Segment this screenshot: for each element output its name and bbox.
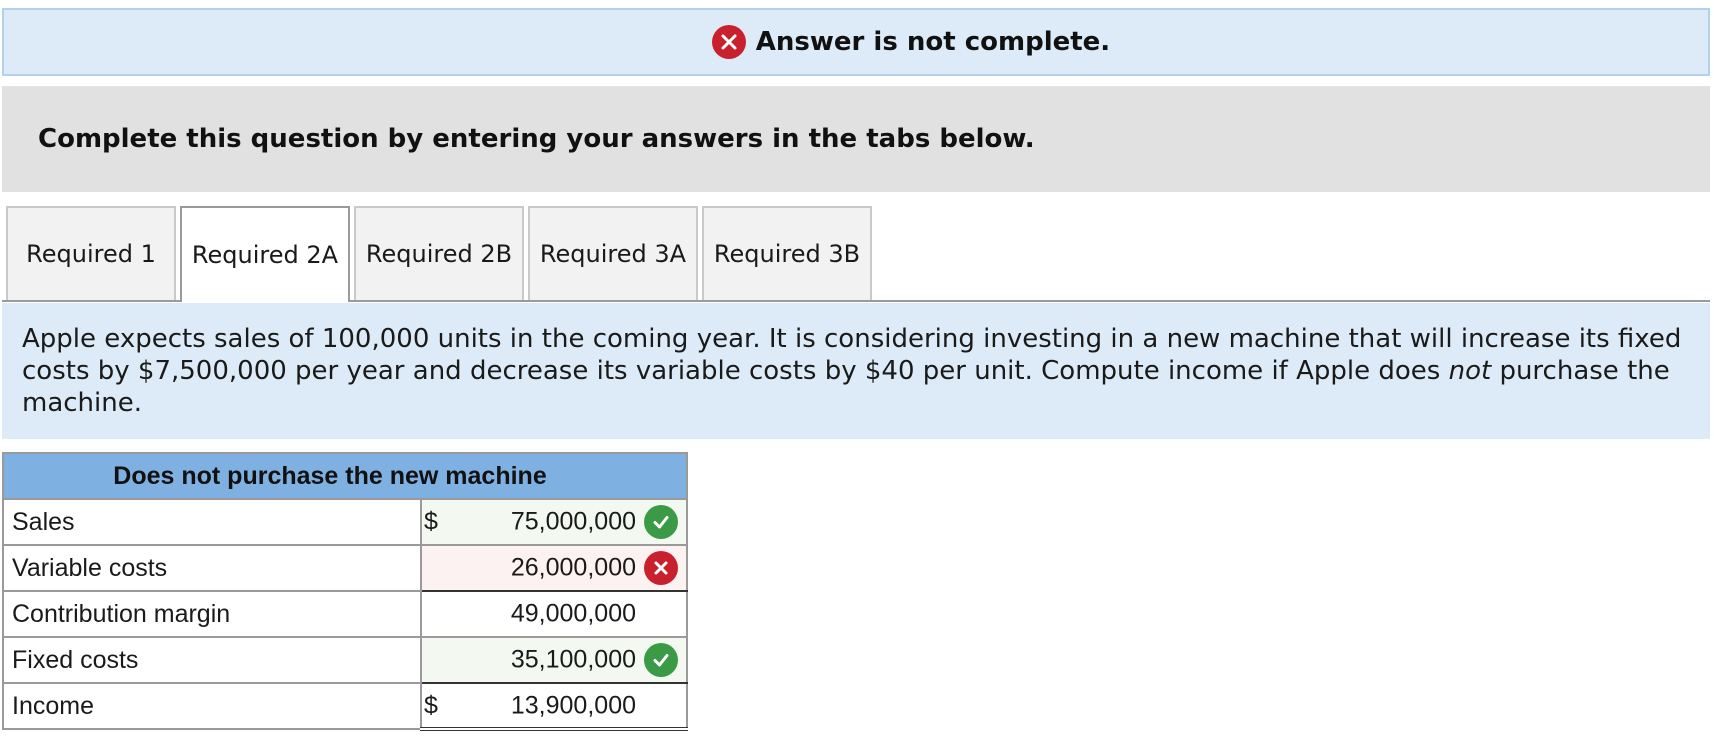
tab-required-2a[interactable]: Required 2A <box>180 206 350 302</box>
question-text-before: Apple expects sales of 100,000 units in … <box>22 324 1682 386</box>
contribution-margin-amount-cell: 49,000,000 <box>420 590 688 638</box>
income-amount-cell: $ 13,900,000 <box>420 682 688 731</box>
tab-required-2b[interactable]: Required 2B <box>354 206 524 300</box>
table-row-contribution-margin: Contribution margin 49,000,000 <box>2 590 688 638</box>
currency-symbol: $ <box>424 691 438 719</box>
table-row-income: Income $ 13,900,000 <box>2 682 688 731</box>
row-label: Sales <box>2 498 422 546</box>
table-row-fixed-costs: Fixed costs 35,100,000 <box>2 636 688 684</box>
checkmark-icon <box>644 643 678 677</box>
row-label: Variable costs <box>2 544 422 592</box>
instructions-text: Complete this question by entering your … <box>38 124 1035 154</box>
contribution-margin-value: 49,000,000 <box>510 599 636 628</box>
answer-status-group: Answer is not complete. <box>711 25 1111 59</box>
instructions-panel: Complete this question by entering your … <box>2 86 1710 192</box>
row-label: Contribution margin <box>2 590 422 638</box>
table-row-sales: Sales $ 75,000,000 <box>2 498 688 546</box>
income-table: Does not purchase the new machine Sales … <box>2 452 688 731</box>
question-text: Apple expects sales of 100,000 units in … <box>2 303 1710 439</box>
tab-required-3b[interactable]: Required 3B <box>702 206 872 300</box>
table-row-variable-costs: Variable costs 26,000,000 <box>2 544 688 592</box>
row-label: Fixed costs <box>2 636 422 684</box>
tab-required-1[interactable]: Required 1 <box>6 206 176 300</box>
answer-status-text: Answer is not complete. <box>755 27 1111 57</box>
question-emphasis: not <box>1448 356 1492 386</box>
tab-bar: Required 1 Required 2A Required 2B Requi… <box>2 206 1710 302</box>
income-value: 13,900,000 <box>510 691 636 719</box>
incorrect-x-icon <box>711 25 746 59</box>
incorrect-x-icon <box>644 551 678 585</box>
fixed-costs-value[interactable]: 35,100,000 <box>511 646 636 675</box>
row-label: Income <box>2 682 422 730</box>
sales-value[interactable]: 75,000,000 <box>511 508 636 537</box>
fixed-costs-amount-cell[interactable]: 35,100,000 <box>420 636 688 684</box>
variable-costs-value[interactable]: 26,000,000 <box>511 554 636 583</box>
currency-symbol: $ <box>424 507 438 536</box>
answer-status-banner: Answer is not complete. <box>2 8 1710 76</box>
tab-required-3a[interactable]: Required 3A <box>528 206 698 300</box>
variable-costs-amount-cell[interactable]: 26,000,000 <box>420 544 688 592</box>
table-header: Does not purchase the new machine <box>2 452 688 500</box>
sales-amount-cell[interactable]: $ 75,000,000 <box>420 498 688 546</box>
checkmark-icon <box>644 505 678 539</box>
